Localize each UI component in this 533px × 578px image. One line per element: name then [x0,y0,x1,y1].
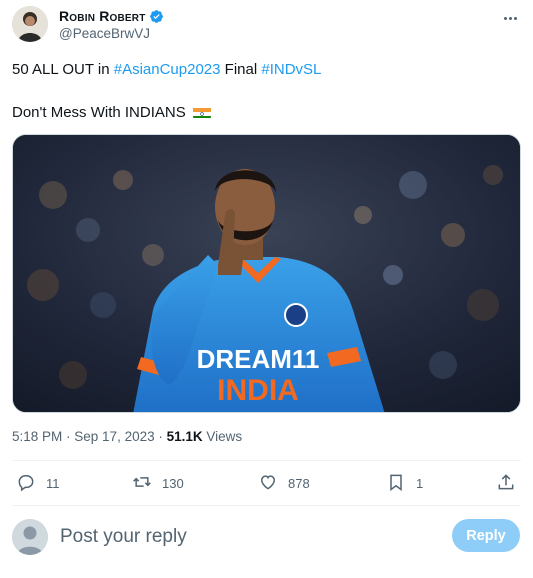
bookmark-action[interactable]: 1 [386,470,423,496]
meta-separator: · [62,429,75,444]
jersey-team-text: INDIA [217,374,299,407]
tweet-media-image[interactable]: DREAM11 INDIA [12,134,521,413]
tweet-text: 50 ALL OUT in [12,61,114,78]
divider [12,505,521,506]
reply-action[interactable]: 11 [16,470,60,496]
current-user-avatar[interactable] [12,519,48,555]
author-avatar[interactable] [12,6,48,42]
tweet-text: Final [220,61,262,78]
verified-badge-icon [149,9,164,24]
reply-icon [16,472,36,495]
tweet: Robin Robert @PeaceBrwVJ 50 ALL OUT in #… [0,0,533,578]
views-label: Views [206,429,243,444]
author-name-row: Robin Robert [59,8,164,24]
like-count: 878 [288,475,310,491]
tweet-text-line-1: 50 ALL OUT in #AsianCup2023 Final #INDvS… [12,60,321,80]
share-icon [496,472,516,495]
tweet-text: Don't Mess With INDIANS [12,104,186,121]
tweet-date[interactable]: Sep 17, 2023 [74,429,154,444]
views-count: 51.1K [166,429,203,444]
tweet-header: Robin Robert @PeaceBrwVJ [12,6,521,46]
retweet-count: 130 [162,475,184,491]
author-display-name[interactable]: Robin Robert [59,8,146,24]
divider [12,460,521,461]
author-handle[interactable]: @PeaceBrwVJ [59,26,150,41]
reply-input[interactable]: Post your reply [60,526,187,548]
action-bar: 11 130 878 1 [12,470,521,496]
jersey-sponsor-text: DREAM11 [197,344,320,374]
reply-count: 11 [46,475,60,491]
reply-button[interactable]: Reply [452,519,520,552]
like-action[interactable]: 878 [258,470,310,496]
hashtag-link[interactable]: #INDvSL [261,61,321,78]
bookmark-icon [386,472,406,495]
retweet-action[interactable]: 130 [132,470,184,496]
hashtag-link[interactable]: #AsianCup2023 [114,61,221,78]
tweet-meta: 5:18 PM · Sep 17, 2023 · 51.1K Views [12,429,242,444]
tweet-time[interactable]: 5:18 PM [12,429,62,444]
india-flag-icon [192,106,211,118]
more-options-icon[interactable] [499,8,521,28]
tweet-text-line-2: Don't Mess With INDIANS [12,103,211,123]
retweet-icon [132,472,152,495]
share-action[interactable] [496,470,516,496]
heart-icon [258,472,278,495]
bookmark-count: 1 [416,475,424,491]
meta-separator: · [154,429,167,444]
